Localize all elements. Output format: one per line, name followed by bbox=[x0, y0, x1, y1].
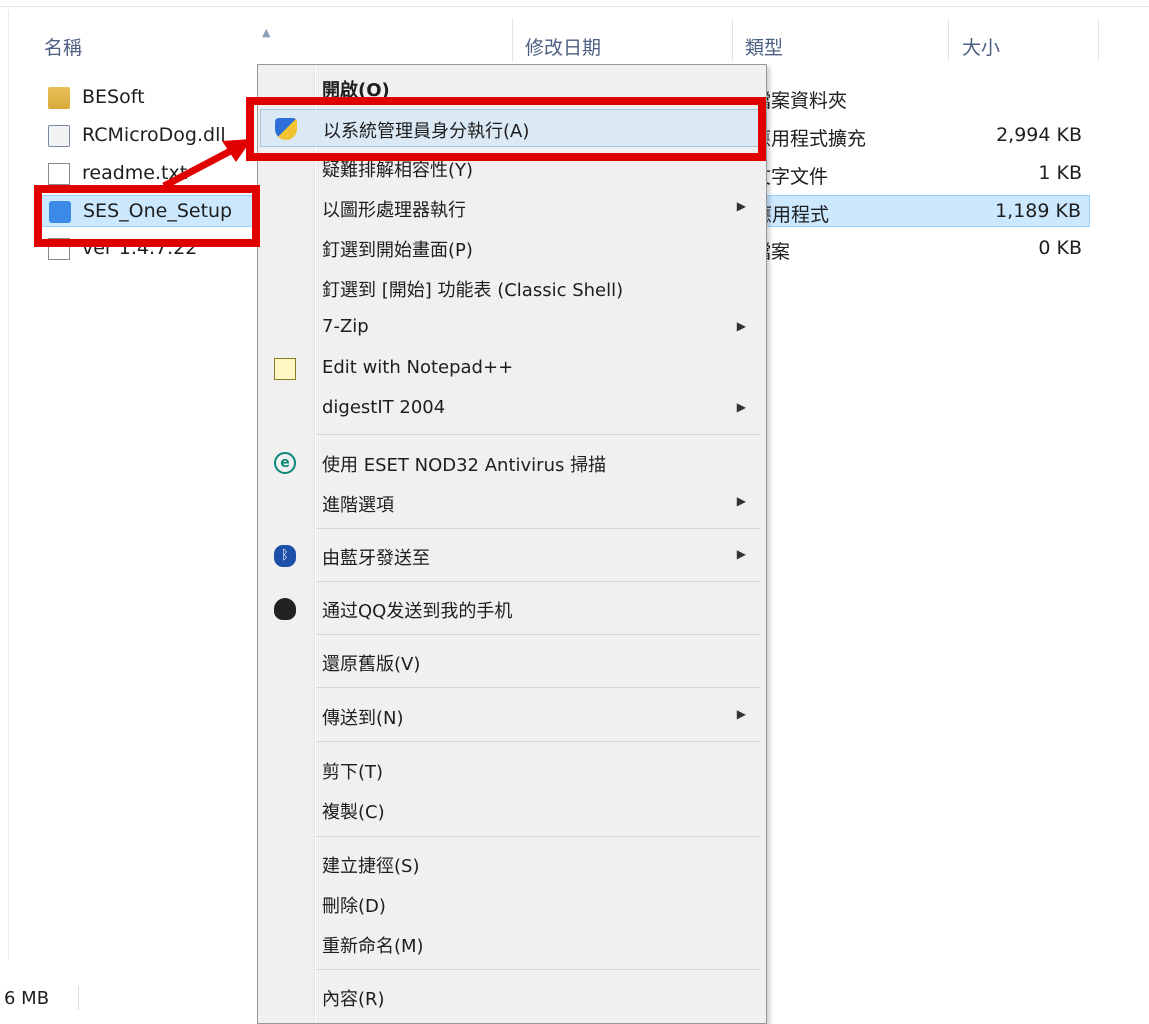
annotation-arrow-line bbox=[162, 142, 242, 190]
annotation-arrow bbox=[162, 139, 252, 190]
